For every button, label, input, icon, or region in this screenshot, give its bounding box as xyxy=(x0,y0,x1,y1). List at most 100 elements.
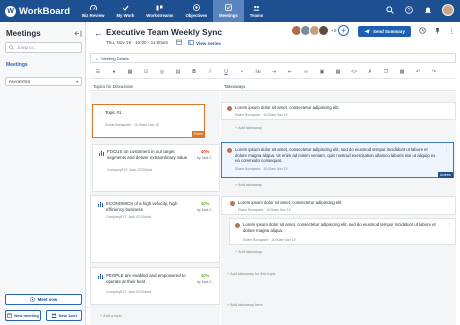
meeting-datetime: Thu, Nov 19 · 10:00 - 11:00am xyxy=(106,40,169,45)
meeting-details-toggle[interactable]: ⌄ Meeting Details xyxy=(90,53,456,63)
nav-label: Objectives xyxy=(185,13,208,18)
topic-card[interactable]: ECONOMICS of a high velocity, high effic… xyxy=(90,195,220,263)
link-icon[interactable]: ∞ xyxy=(298,69,314,75)
takeaway-card[interactable]: Lorem ipsum dolor sit amet, consectetur … xyxy=(229,218,456,245)
checklist-icon[interactable]: ☑ xyxy=(138,69,154,75)
target-icon[interactable]: ◎ xyxy=(154,69,170,75)
meetings-sidebar: Meetings Jump to... Meetings FAVORITES ▾… xyxy=(0,22,86,325)
more-options-icon[interactable]: ⋮ xyxy=(447,223,452,229)
topic-card[interactable]: PEOPLE are enabled and empowered to oper… xyxy=(90,267,220,305)
bulleted-list-icon[interactable]: • xyxy=(234,69,250,75)
underline-icon[interactable]: U xyxy=(218,69,234,75)
more-options-icon[interactable]: ⋮ xyxy=(447,201,452,207)
pin-icon[interactable] xyxy=(434,27,441,36)
takeaway-card[interactable]: ⋮ Lorem ipsum dolor sit amet, consectetu… xyxy=(221,196,456,215)
more-options-icon[interactable]: ⋮ xyxy=(447,107,452,113)
view-series-link[interactable]: View series xyxy=(188,40,221,46)
collapse-sidebar-icon[interactable] xyxy=(74,30,82,38)
nav-objectives[interactable]: Objectives xyxy=(179,0,213,22)
add-takeaway-here-link[interactable]: + Add takeaway here xyxy=(227,303,263,307)
plus-icon: + xyxy=(227,303,230,307)
add-attendee-button[interactable]: + xyxy=(338,25,350,36)
help-icon[interactable]: ? xyxy=(404,5,414,15)
palette-icon[interactable]: ● xyxy=(106,69,122,75)
progress-percent: 40% xyxy=(201,273,210,278)
calendar-icon[interactable] xyxy=(176,39,182,47)
nav-biz-review[interactable]: Biz Review xyxy=(76,0,110,22)
add-takeaway-link[interactable]: + Add takeaway xyxy=(235,126,262,130)
back-arrow-icon[interactable]: ← xyxy=(94,28,103,38)
clear-format-icon[interactable]: ✗ xyxy=(362,69,378,75)
bold-icon[interactable]: B xyxy=(186,69,202,75)
bar-chart-icon xyxy=(99,150,104,156)
takeaway-card[interactable]: Lorem ipsum dolor sit amet, consectetur … xyxy=(221,142,454,178)
nav-meetings[interactable]: Meetings xyxy=(213,0,244,22)
topic-owner: by Jack C xyxy=(197,208,212,212)
more-options-icon[interactable]: ⋮ xyxy=(444,147,449,153)
nav-label: Meetings xyxy=(219,13,238,18)
send-summary-button[interactable]: Send Summary xyxy=(358,26,411,37)
add-takeaway-link[interactable]: + Add takeaway xyxy=(235,250,262,254)
meet-now-button[interactable]: Meet now xyxy=(5,294,82,305)
takeaways-column-header: Takeaways xyxy=(221,82,456,91)
takeaway-card[interactable]: Lorem ipsum dolor sit amet, consectetur … xyxy=(221,102,456,120)
code-icon[interactable]: <> xyxy=(346,69,362,75)
indent-icon[interactable]: ⇥ xyxy=(266,69,282,75)
nav-label: Biz Review xyxy=(82,13,105,18)
user-avatar[interactable] xyxy=(442,4,454,16)
checkmark-icon xyxy=(122,4,129,11)
paste-icon[interactable]: ▩ xyxy=(394,69,410,75)
add-topic-link[interactable]: + Add a topic xyxy=(100,314,122,318)
author-avatar xyxy=(227,148,232,153)
svg-text:?: ? xyxy=(408,8,411,14)
list-icon[interactable]: ☰ xyxy=(90,69,106,75)
new-1on1-button[interactable]: New 1on1 xyxy=(46,310,82,321)
image-icon[interactable]: ▣ xyxy=(314,69,330,75)
outdent-icon[interactable]: ⇤ xyxy=(282,69,298,75)
card-icon[interactable]: ▤ xyxy=(170,69,186,75)
new-meeting-button[interactable]: New meeting xyxy=(5,310,41,321)
redo-icon[interactable]: ↷ xyxy=(426,69,442,75)
search-placeholder: Jump to... xyxy=(17,45,37,50)
agenda-toolbar: ☰ ● ▦ ☑ ◎ ▤ B I U • № ⇥ ⇤ ∞ ▣ ▦ <> ✗ ❐ ▩… xyxy=(90,66,456,79)
topic-meta: CompanyELT: Jack CEOMack xyxy=(106,290,152,294)
sidebar-item-meetings[interactable]: Meetings xyxy=(6,62,28,68)
attendee-overflow-count[interactable]: +2 xyxy=(331,28,336,33)
more-options-icon[interactable]: ⋮ xyxy=(448,27,455,35)
drag-handle-icon[interactable]: ⋮ xyxy=(98,110,102,115)
add-takeaway-here-label: Add takeaway here xyxy=(230,303,263,307)
add-takeaway-link[interactable]: + Add takeaway xyxy=(235,183,262,187)
undo-icon[interactable]: ↶ xyxy=(410,69,426,75)
workstreams-icon xyxy=(156,4,163,11)
numbered-list-icon[interactable]: № xyxy=(250,69,266,75)
table-icon[interactable]: ▦ xyxy=(330,69,346,75)
attendee-list: +2 + xyxy=(291,25,350,36)
topic-card[interactable]: FOCUS on customers in our target segment… xyxy=(92,144,220,192)
grid-icon[interactable]: ▦ xyxy=(122,69,138,75)
bell-icon[interactable] xyxy=(423,5,433,15)
attendee-avatar[interactable] xyxy=(318,25,329,36)
topic-title: FOCUS on customers in our target segment… xyxy=(107,149,188,160)
takeaway-text: Lorem ipsum dolor sit amet, consectetur … xyxy=(243,222,436,233)
sidebar-title: Meetings xyxy=(6,29,41,38)
add-takeaway-for-topic-link[interactable]: + Add takeaway for this topic xyxy=(227,272,275,276)
topic-title: ECONOMICS of a high velocity, high effic… xyxy=(106,201,178,212)
nav-my-work[interactable]: My Work xyxy=(110,0,140,22)
topic-card[interactable]: ⋮ Topic #1 Elaine Bonaparte · 10:00am No… xyxy=(92,104,205,138)
jump-to-search[interactable]: Jump to... xyxy=(5,42,82,53)
clock-icon[interactable] xyxy=(419,27,426,36)
nav-workstreams[interactable]: Workstreams xyxy=(140,0,179,22)
editor-tag: Elaine xyxy=(192,131,205,137)
favorites-dropdown[interactable]: FAVORITES ▾ xyxy=(5,77,82,86)
nav-teams[interactable]: Teams xyxy=(244,0,269,22)
meeting-details-label: Meeting Details xyxy=(101,55,129,61)
meetings-icon xyxy=(225,4,232,11)
meeting-title: Executive Team Weekly Sync xyxy=(106,27,223,37)
copy-icon[interactable]: ❐ xyxy=(378,69,394,75)
takeaway-meta: Elaine Bonaparte · 10:00am Nov 19 xyxy=(243,238,296,242)
new-meeting-label: New meeting xyxy=(14,313,39,318)
italic-icon[interactable]: I xyxy=(202,69,218,75)
search-icon[interactable] xyxy=(385,5,395,15)
workboard-logo[interactable]: W WorkBoard xyxy=(0,5,76,17)
new-1on1-label: New 1on1 xyxy=(58,313,78,318)
